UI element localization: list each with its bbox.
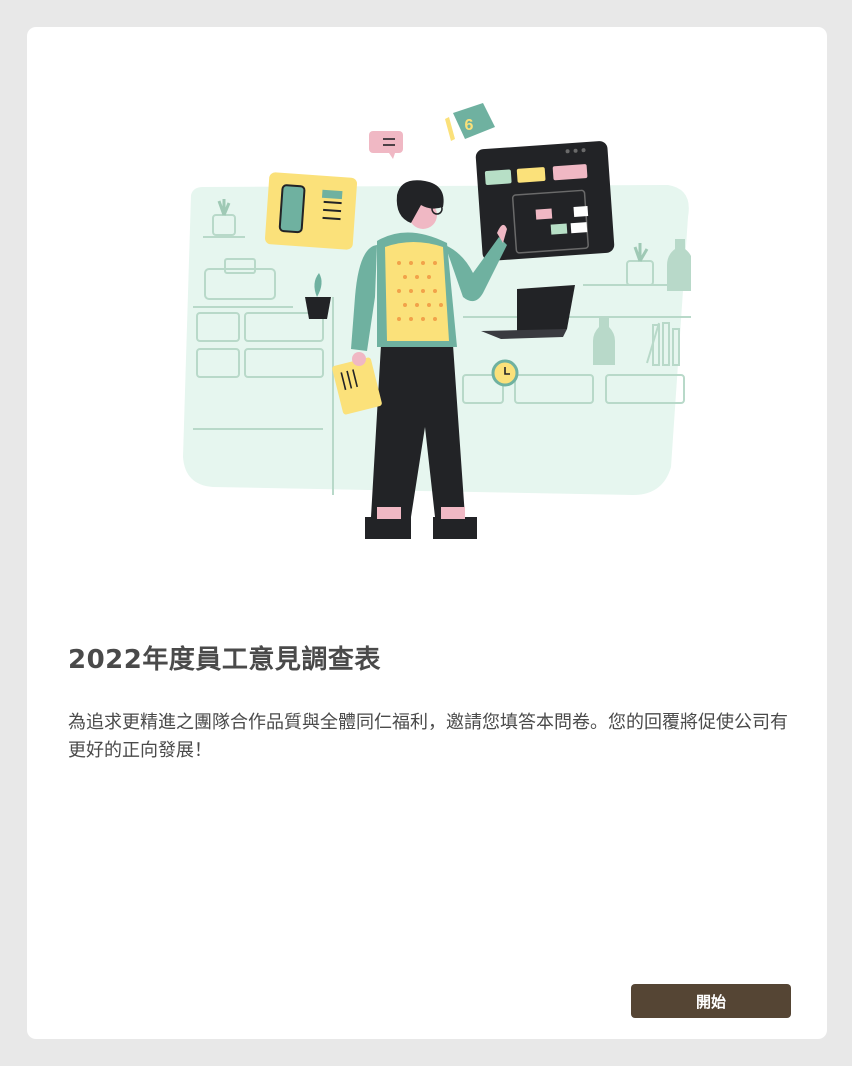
survey-card: 6 2022年度員工意見調查表 為追求更精進之團隊合作品質與全體同仁福利，邀請您…: [27, 27, 827, 1039]
survey-description: 為追求更精進之團隊合作品質與全體同仁福利，邀請您填答本問卷。您的回覆將促使公司有…: [68, 712, 788, 761]
start-button[interactable]: 開始: [631, 984, 791, 1018]
office-worker-illustration: 6: [183, 103, 691, 539]
calendar-badge-number: 6: [465, 117, 474, 134]
survey-title: 2022年度員工意見調查表: [68, 645, 381, 675]
